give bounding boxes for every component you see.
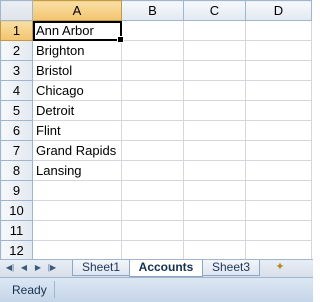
cell[interactable] bbox=[183, 140, 246, 161]
column-header-a[interactable]: A bbox=[32, 0, 122, 21]
row-header[interactable]: 12 bbox=[0, 240, 33, 259]
cell[interactable] bbox=[183, 240, 246, 259]
cell[interactable] bbox=[121, 140, 184, 161]
cell[interactable] bbox=[121, 220, 184, 241]
sheet-tab-bar: ◀| ◀ ▶ |▶ Sheet1 Accounts Sheet3 ✦ bbox=[0, 259, 313, 277]
tab-sheet3[interactable]: Sheet3 bbox=[202, 260, 260, 276]
sheet-navigation: ◀| ◀ ▶ |▶ bbox=[4, 262, 58, 275]
worksheet-grid: A B C D 1 Ann Arbor 2 Brighton 3 Bristol bbox=[0, 0, 313, 259]
fill-handle[interactable] bbox=[117, 36, 124, 43]
prev-sheet-icon[interactable]: ◀ bbox=[18, 262, 30, 274]
cell[interactable] bbox=[121, 60, 184, 81]
first-sheet-icon[interactable]: ◀| bbox=[4, 262, 16, 274]
row-header[interactable]: 6 bbox=[0, 120, 33, 141]
cell-a10[interactable] bbox=[32, 200, 122, 221]
cell-a4[interactable]: Chicago bbox=[32, 80, 122, 101]
row-header[interactable]: 7 bbox=[0, 140, 33, 161]
cell[interactable] bbox=[183, 20, 246, 41]
cell[interactable] bbox=[245, 200, 312, 221]
cell-a5[interactable]: Detroit bbox=[32, 100, 122, 121]
cell[interactable] bbox=[183, 120, 246, 141]
cell[interactable] bbox=[245, 20, 312, 41]
cell[interactable] bbox=[121, 120, 184, 141]
cell[interactable] bbox=[245, 80, 312, 101]
cell[interactable] bbox=[121, 100, 184, 121]
cell[interactable] bbox=[183, 180, 246, 201]
cell[interactable] bbox=[183, 100, 246, 121]
cell[interactable] bbox=[245, 40, 312, 61]
cell-a6[interactable]: Flint bbox=[32, 120, 122, 141]
cell[interactable] bbox=[183, 200, 246, 221]
status-divider bbox=[54, 281, 55, 298]
cell[interactable] bbox=[121, 20, 184, 41]
row-header[interactable]: 9 bbox=[0, 180, 33, 201]
cell[interactable] bbox=[183, 160, 246, 181]
cell[interactable] bbox=[245, 60, 312, 81]
cell-value: Ann Arbor bbox=[36, 23, 94, 38]
cell[interactable] bbox=[121, 200, 184, 221]
row-header[interactable]: 4 bbox=[0, 80, 33, 101]
row-header[interactable]: 2 bbox=[0, 40, 33, 61]
cell[interactable] bbox=[245, 100, 312, 121]
cell[interactable] bbox=[245, 220, 312, 241]
row-header[interactable]: 8 bbox=[0, 160, 33, 181]
cell[interactable] bbox=[121, 80, 184, 101]
cell[interactable] bbox=[245, 180, 312, 201]
status-bar: Ready bbox=[0, 277, 313, 302]
cell[interactable] bbox=[245, 120, 312, 141]
cell[interactable] bbox=[121, 40, 184, 61]
cell[interactable] bbox=[183, 60, 246, 81]
insert-sheet-icon[interactable]: ✦ bbox=[272, 261, 288, 274]
cell[interactable] bbox=[183, 220, 246, 241]
row-header[interactable]: 5 bbox=[0, 100, 33, 121]
column-header-c[interactable]: C bbox=[183, 0, 246, 21]
cell-a9[interactable] bbox=[32, 180, 122, 201]
cell-a8[interactable]: Lansing bbox=[32, 160, 122, 181]
row-header[interactable]: 3 bbox=[0, 60, 33, 81]
next-sheet-icon[interactable]: ▶ bbox=[32, 262, 44, 274]
cell-a7[interactable]: Grand Rapids bbox=[32, 140, 122, 161]
cell[interactable] bbox=[121, 180, 184, 201]
cell-a12[interactable] bbox=[32, 240, 122, 259]
row-header[interactable]: 11 bbox=[0, 220, 33, 241]
cell-a1[interactable]: Ann Arbor bbox=[32, 20, 124, 43]
row-header[interactable]: 1 bbox=[0, 20, 33, 41]
cell-a11[interactable] bbox=[32, 220, 122, 241]
cell[interactable] bbox=[245, 240, 312, 259]
cell[interactable] bbox=[245, 160, 312, 181]
cell-table: A B C D 1 Ann Arbor 2 Brighton 3 Bristol bbox=[0, 0, 312, 259]
last-sheet-icon[interactable]: |▶ bbox=[46, 262, 58, 274]
tab-accounts[interactable]: Accounts bbox=[129, 260, 203, 277]
cell[interactable] bbox=[245, 140, 312, 161]
cell[interactable] bbox=[121, 160, 184, 181]
column-header-d[interactable]: D bbox=[245, 0, 312, 21]
cell[interactable] bbox=[183, 40, 246, 61]
cell[interactable] bbox=[183, 80, 246, 101]
cell[interactable] bbox=[121, 240, 184, 259]
status-text: Ready bbox=[12, 283, 47, 297]
tab-sheet1[interactable]: Sheet1 bbox=[72, 260, 130, 276]
select-all-corner[interactable] bbox=[0, 0, 33, 21]
column-header-b[interactable]: B bbox=[121, 0, 184, 21]
cell-a2[interactable]: Brighton bbox=[32, 40, 122, 61]
cell-a3[interactable]: Bristol bbox=[32, 60, 122, 81]
row-header[interactable]: 10 bbox=[0, 200, 33, 221]
